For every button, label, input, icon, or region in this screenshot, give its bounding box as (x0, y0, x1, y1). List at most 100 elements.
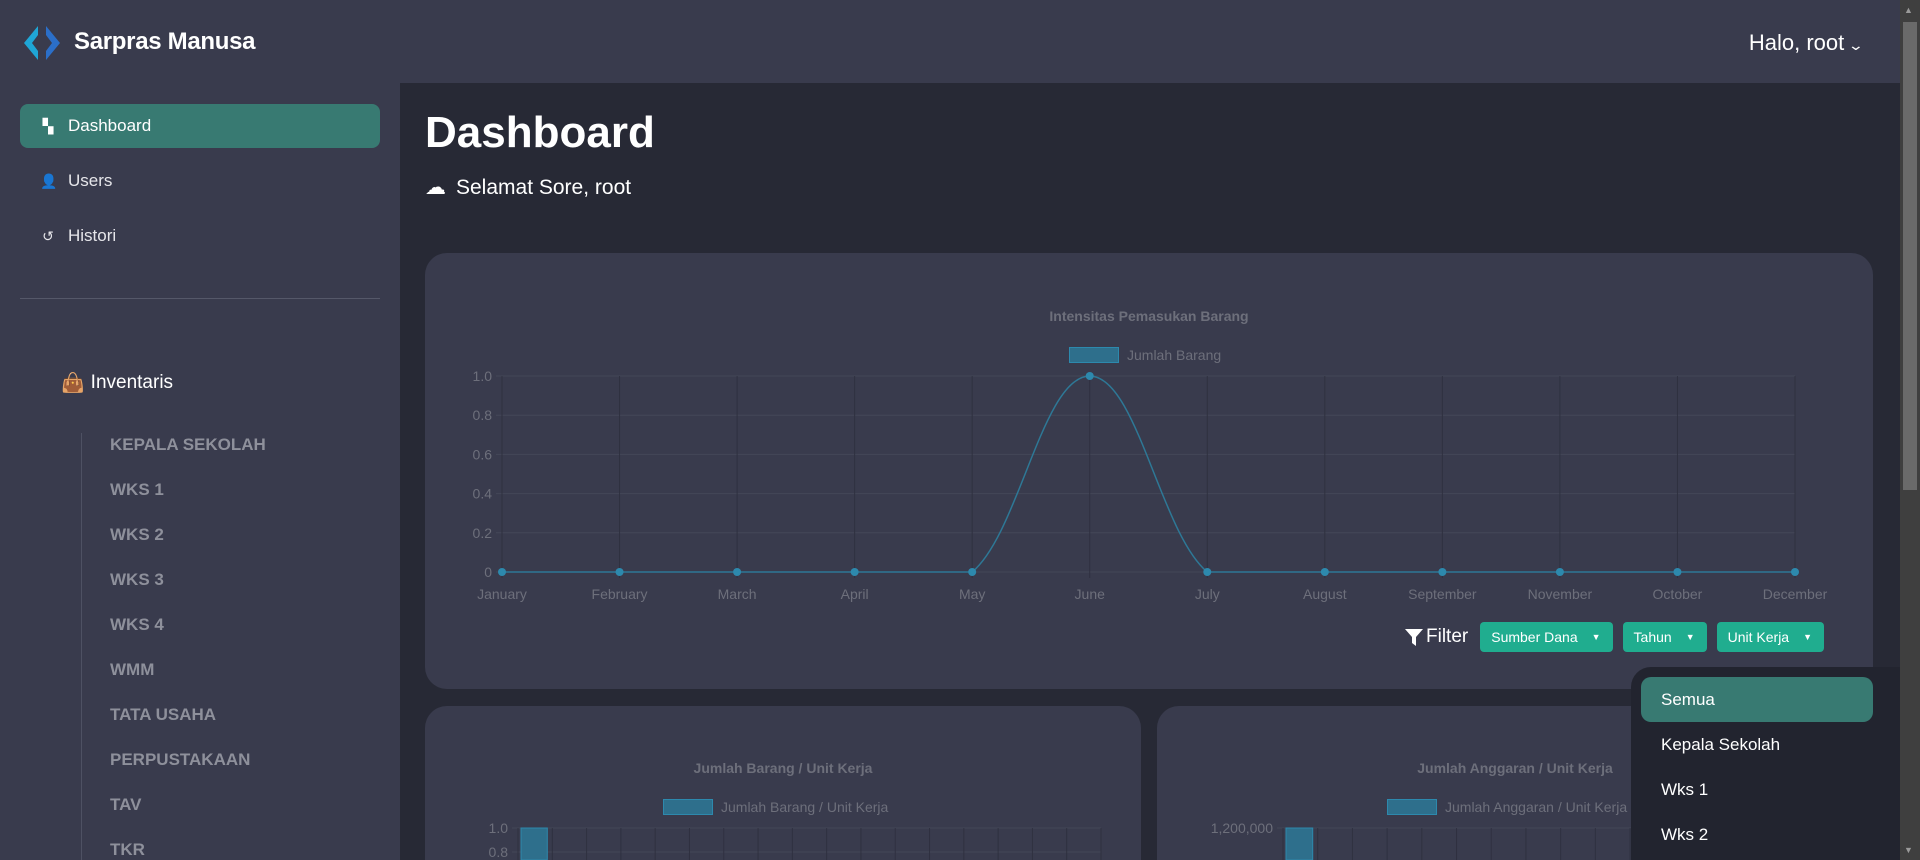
unit-kerja-menu: Semua Kepala Sekolah Wks 1 Wks 2 (1631, 667, 1900, 860)
legend-swatch (1387, 799, 1437, 815)
filter-bar: Filter Sumber Dana ▼ Tahun ▼ Unit Kerja ▼ (1404, 622, 1825, 652)
legend-label: Jumlah Anggaran / Unit Kerja (1445, 799, 1628, 815)
data-point (498, 568, 506, 576)
x-tick-label: August (1303, 586, 1347, 602)
x-tick-label: May (959, 586, 985, 602)
section-label: Inventaris (90, 372, 174, 393)
data-point (850, 568, 859, 576)
series-line (501, 375, 1795, 573)
x-tick-label: February (592, 586, 648, 602)
x-tick-label: November (1528, 586, 1593, 602)
data-point (968, 568, 977, 576)
x-tick-label: January (477, 586, 527, 602)
sidebar-subitem[interactable]: WKS 1 (110, 480, 164, 500)
data-point (733, 568, 742, 576)
y-tick-label: 0 (484, 564, 492, 580)
sidebar-subitem[interactable]: WKS 2 (110, 525, 164, 545)
y-tick-label: 1.0 (489, 820, 509, 836)
user-greeting: Halo, root (1748, 30, 1845, 55)
filter-label: Filter (1404, 626, 1468, 648)
sidebar-subitem[interactable]: WMM (110, 660, 154, 680)
sidebar: ▚ Dashboard 👤 Users ↺ Histori 👜 Inventaris K… (0, 83, 400, 860)
data-point (1203, 568, 1212, 576)
bar (1285, 827, 1314, 860)
caret-down-icon: ▼ (1591, 632, 1601, 642)
sidebar-subitem[interactable]: TATA USAHA (110, 705, 216, 725)
sidebar-item-dashboard[interactable]: ▚ Dashboard (20, 104, 380, 148)
x-tick-label: March (718, 586, 757, 602)
chart-legend[interactable]: Jumlah Anggaran / Unit Kerja (1387, 799, 1627, 815)
sidebar-subitem[interactable]: WKS 4 (110, 615, 164, 635)
y-tick-label: 1,200,000 (1211, 820, 1273, 836)
chart-title: Intensitas Pemasukan Barang (1049, 308, 1249, 324)
y-tick-label: 0.2 (473, 525, 493, 541)
data-point (1320, 568, 1329, 576)
scroll-up-icon[interactable]: ▲ (1904, 4, 1913, 16)
dashboard-icon: ▚ (42, 117, 54, 134)
sidebar-subitem[interactable]: TKR (110, 840, 145, 860)
submenu-line (81, 433, 82, 860)
greeting: ☁ Selamat Sore, root (425, 175, 631, 200)
sidebar-item-label: Histori (68, 226, 117, 245)
scrollbar-thumb[interactable] (1903, 22, 1917, 490)
filter-icon (1405, 629, 1423, 646)
sidebar-subitem[interactable]: TAV (110, 795, 141, 815)
y-tick-label: 1.0 (473, 368, 493, 384)
tahun-dropdown[interactable]: Tahun ▼ (1622, 622, 1707, 652)
sidebar-item-users[interactable]: 👤 Users (20, 159, 380, 203)
x-tick-label: June (1075, 586, 1106, 602)
dropdown-option[interactable]: Wks 2 (1641, 812, 1873, 857)
bar-chart: 1.0 0.8 (489, 820, 1102, 860)
legend-swatch (663, 799, 713, 815)
sidebar-subitem[interactable]: PERPUSTAKAAN (110, 750, 250, 770)
dropdown-option[interactable]: Kepala Sekolah (1641, 722, 1873, 767)
x-tick-label: April (841, 586, 869, 602)
y-tick-label: 0.8 (473, 407, 493, 423)
dropdown-option[interactable]: Semua (1641, 677, 1873, 722)
data-point (1791, 568, 1799, 576)
y-tick-label: 0.4 (473, 486, 493, 502)
chart-legend[interactable]: Jumlah Barang / Unit Kerja (663, 799, 888, 815)
chart-title: Jumlah Barang / Unit Kerja (693, 760, 873, 776)
scrollbar[interactable]: ▲ ▼ (1900, 0, 1920, 860)
history-icon: ↺ (42, 227, 54, 244)
shopping-bag-icon: 👜 (61, 373, 85, 394)
sidebar-item-label: Dashboard (68, 116, 152, 135)
top-header: Sarpras Manusa Halo, root ⌄ (0, 0, 1900, 83)
filter-text: Filter (1426, 626, 1469, 647)
sidebar-divider (20, 298, 380, 299)
y-tick-label: 0.6 (473, 446, 493, 462)
line-chart: 0 0.2 0.4 0.6 0.8 1.0 January February March Apri… (473, 368, 1828, 602)
sidebar-subitem[interactable]: WKS 3 (110, 570, 164, 590)
user-check-icon: 👤 (40, 172, 58, 189)
caret-down-icon: ▼ (1803, 632, 1813, 642)
page-title: Dashboard (425, 108, 655, 157)
logo-icon (24, 26, 60, 60)
user-menu[interactable]: Halo, root ⌄ (1748, 30, 1865, 56)
y-tick-label: 0.8 (489, 844, 509, 860)
button-label: Tahun (1633, 629, 1672, 645)
button-label: Unit Kerja (1727, 629, 1790, 645)
caret-down-icon: ▼ (1685, 632, 1695, 642)
legend-label: Jumlah Barang / Unit Kerja (721, 799, 889, 815)
section-inventaris[interactable]: 👜 Inventaris (61, 371, 173, 395)
x-tick-label: September (1408, 586, 1477, 602)
data-point (1673, 568, 1682, 576)
sidebar-item-label: Users (68, 171, 113, 190)
x-tick-label: July (1195, 586, 1220, 602)
scroll-down-icon[interactable]: ▼ (1904, 844, 1913, 856)
sumber-dana-dropdown[interactable]: Sumber Dana ▼ (1480, 622, 1613, 652)
dropdown-option[interactable]: Wks 1 (1641, 767, 1873, 812)
unit-kerja-dropdown[interactable]: Unit Kerja ▼ (1716, 622, 1825, 652)
chevron-down-icon: ⌄ (1847, 37, 1865, 53)
data-point (615, 568, 624, 576)
sidebar-item-histori[interactable]: ↺ Histori (20, 214, 380, 258)
x-tick-label: October (1653, 586, 1703, 602)
button-label: Sumber Dana (1491, 629, 1578, 645)
brand-name: Sarpras Manusa (74, 28, 256, 55)
data-point (1555, 568, 1564, 576)
greeting-text: Selamat Sore, root (456, 175, 632, 199)
sidebar-subitem[interactable]: KEPALA SEKOLAH (110, 435, 266, 455)
data-point (1085, 372, 1094, 380)
bar (520, 827, 548, 860)
